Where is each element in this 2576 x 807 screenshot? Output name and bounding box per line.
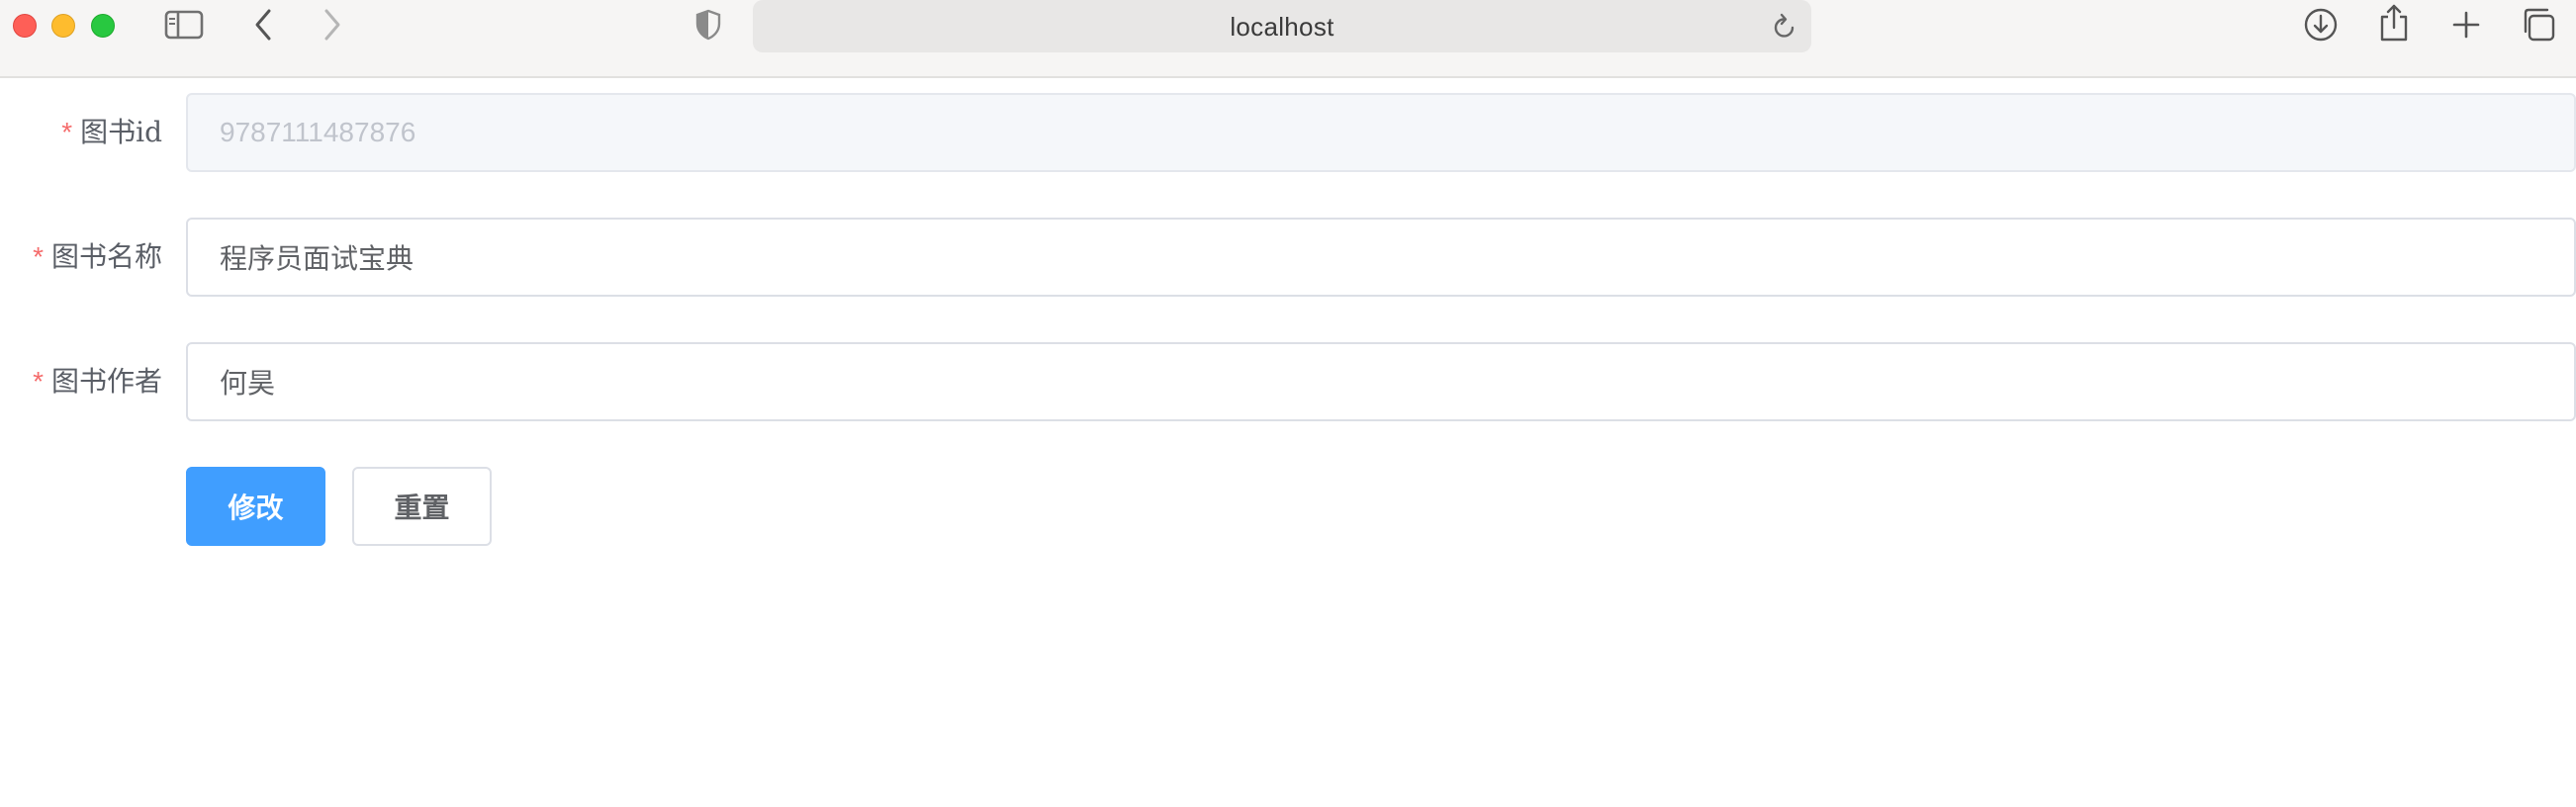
form-row-book-author: * 图书作者 xyxy=(0,342,2576,421)
book-name-input[interactable] xyxy=(186,218,2576,297)
chevron-right-icon[interactable] xyxy=(322,8,342,42)
reset-button[interactable]: 重置 xyxy=(352,467,492,546)
close-window-button[interactable] xyxy=(13,14,37,38)
browser-toolbar: localhost xyxy=(0,0,2576,78)
book-id-label: * 图书id xyxy=(61,111,162,150)
shield-icon[interactable] xyxy=(695,9,721,41)
book-id-input xyxy=(186,93,2576,172)
book-author-input[interactable] xyxy=(186,342,2576,421)
address-bar[interactable]: localhost xyxy=(753,0,1811,52)
form-row-book-name: * 图书名称 xyxy=(0,218,2576,297)
form-row-book-id: * 图书id xyxy=(0,93,2576,172)
required-mark: * xyxy=(33,241,44,272)
required-mark: * xyxy=(33,366,44,397)
zoom-window-button[interactable] xyxy=(91,14,115,38)
required-mark: * xyxy=(61,117,73,147)
minimize-window-button[interactable] xyxy=(51,14,75,38)
book-author-label-text: 图书作者 xyxy=(50,365,162,398)
book-name-label: * 图书名称 xyxy=(33,235,162,275)
plus-icon[interactable] xyxy=(2451,10,2481,40)
tabs-overview-icon[interactable] xyxy=(2521,7,2556,43)
submit-button[interactable]: 修改 xyxy=(186,467,325,546)
chevron-left-icon[interactable] xyxy=(253,8,273,42)
share-icon[interactable] xyxy=(2378,3,2410,43)
sidebar-icon[interactable] xyxy=(164,10,204,40)
reload-icon[interactable] xyxy=(1772,13,1797,45)
url-text[interactable]: localhost xyxy=(753,12,1811,43)
book-author-label: * 图书作者 xyxy=(33,360,162,400)
download-icon[interactable] xyxy=(2303,7,2339,43)
book-name-label-text: 图书名称 xyxy=(50,240,162,273)
book-id-label-text: 图书id xyxy=(80,116,162,148)
